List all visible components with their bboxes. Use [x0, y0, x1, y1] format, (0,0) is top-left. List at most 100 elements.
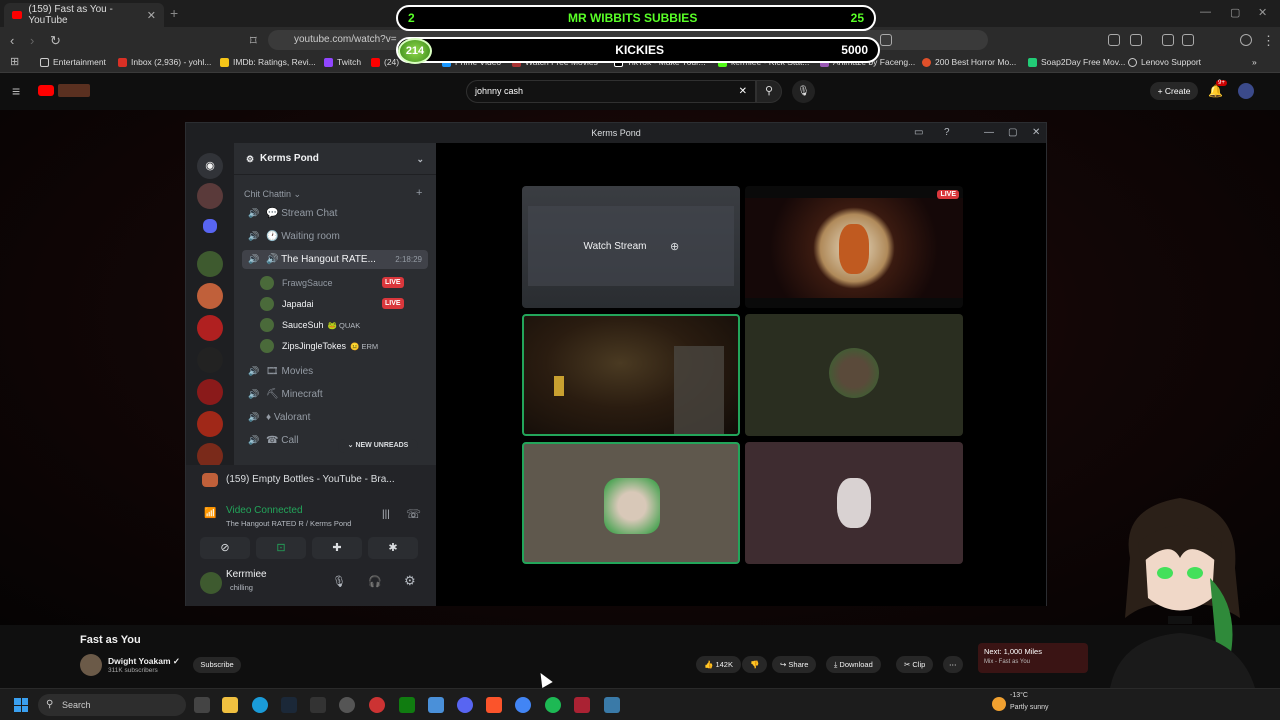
download-button[interactable]: ⤓ Download [826, 656, 881, 673]
server-icon[interactable] [197, 251, 223, 277]
app-icon[interactable] [574, 697, 590, 713]
stream-tile-preview[interactable]: Watch Stream ⊕ [522, 186, 740, 308]
subscribe-button[interactable]: Subscribe [193, 657, 241, 673]
steam-icon[interactable] [281, 697, 297, 713]
minimize-icon[interactable]: — [984, 123, 994, 143]
file-explorer-icon[interactable] [222, 697, 238, 713]
channel-avatar[interactable] [80, 654, 102, 676]
folder-icon[interactable] [203, 219, 217, 233]
maximize-icon[interactable]: ▢ [1230, 6, 1240, 19]
epic-games-icon[interactable] [310, 697, 326, 713]
brave-icon[interactable] [486, 697, 502, 713]
spotify-icon[interactable] [545, 697, 561, 713]
youtube-logo[interactable] [38, 85, 54, 96]
voice-user[interactable]: FrawgSauce LIVE [260, 273, 428, 293]
voice-tile[interactable] [745, 442, 963, 564]
weather-icon[interactable] [992, 697, 1006, 711]
task-view-icon[interactable] [194, 697, 210, 713]
connection-signal-icon[interactable]: 📶 [204, 508, 216, 519]
xbox-icon[interactable] [399, 697, 415, 713]
up-next-card[interactable]: Next: 1,000 Miles Mix - Fast as You [978, 643, 1088, 673]
dislike-button[interactable]: 👎 [742, 656, 768, 673]
channel-item-movies[interactable]: 🔊 🎞 Movies [242, 362, 428, 381]
menu-icon[interactable]: ⋮ [1262, 33, 1275, 49]
calculator-icon[interactable] [428, 697, 444, 713]
disconnect-icon[interactable]: ☏ [406, 507, 421, 521]
profile-icon[interactable] [1240, 34, 1252, 46]
discord-home-icon[interactable]: ◉ [197, 153, 223, 179]
discord-icon[interactable] [457, 697, 473, 713]
start-button[interactable] [14, 698, 28, 712]
close-window-icon[interactable]: ✕ [1258, 6, 1267, 19]
bookmark-item[interactable]: IMDb: Ratings, Revi... [220, 57, 316, 67]
soundboard-button[interactable]: ✱ [368, 537, 418, 559]
popout-icon[interactable]: ⊕ [670, 240, 679, 253]
edge-icon[interactable] [252, 697, 268, 713]
channel-category[interactable]: Chit Chattin ⌄ [244, 189, 301, 200]
bookmark-item[interactable]: Inbox (2,936) - yohl... [118, 57, 211, 67]
more-actions-button[interactable]: ⋯ [943, 656, 963, 673]
app-icon[interactable] [339, 697, 355, 713]
camera-toggle-button[interactable]: ⊘ [200, 537, 250, 559]
browser-tab[interactable]: (159) Fast as You - YouTube ✕ [4, 3, 164, 27]
voice-tile[interactable] [522, 442, 740, 564]
watch-stream-button[interactable]: Watch Stream [570, 236, 660, 258]
hamburger-icon[interactable]: ≡ [12, 83, 20, 99]
settings-icon[interactable]: ⚙ [404, 573, 416, 589]
youtube-logo-doodle[interactable] [58, 84, 90, 97]
screen-share-button[interactable]: ⊡ [256, 537, 306, 559]
stream-tile-live[interactable]: LIVE [745, 186, 963, 308]
voice-user[interactable]: ZipsJingleTokes 😐 ERM [260, 336, 428, 356]
reload-icon[interactable]: ↻ [50, 33, 61, 49]
taskbar-search[interactable]: ⚲ Search [38, 694, 186, 716]
create-button[interactable]: + Create [1150, 82, 1198, 100]
more-bookmarks-icon[interactable]: » [1252, 57, 1257, 67]
channel-item-stream-chat[interactable]: 🔊 💬 Stream Chat [242, 204, 428, 223]
clear-search-icon[interactable]: ✕ [739, 81, 747, 102]
channel-item-minecraft[interactable]: 🔊 ⛏ Minecraft [242, 385, 428, 404]
avatar[interactable] [200, 572, 222, 594]
server-icon[interactable] [197, 379, 223, 405]
bookmark-icon[interactable]: ⌑ [250, 33, 257, 49]
bookmark-item[interactable]: (24) [371, 57, 399, 67]
youtube-search-input[interactable]: johnny cash ✕ [466, 80, 756, 103]
minimize-icon[interactable]: — [1200, 6, 1211, 18]
voice-tile[interactable] [745, 314, 963, 436]
server-icon[interactable] [197, 315, 223, 341]
server-icon[interactable] [197, 347, 223, 373]
notifications-icon[interactable]: 🔔 [1208, 84, 1223, 98]
server-icon[interactable] [197, 283, 223, 309]
channel-item-waiting-room[interactable]: 🔊 🕐 Waiting room [242, 227, 428, 246]
extension-icon[interactable] [1162, 34, 1174, 46]
bookmark-item[interactable]: Entertainment [40, 57, 106, 67]
extension-icon[interactable] [880, 34, 892, 46]
microphone-icon[interactable]: 🎙 [332, 575, 346, 588]
channel-item-hangout[interactable]: 🔊 🔊 The Hangout RATE... 2:18:29 [242, 250, 428, 269]
new-unreads-pill[interactable]: ⌄ NEW UNREADS [338, 439, 418, 453]
like-button[interactable]: 👍 142K [696, 656, 741, 673]
apps-icon[interactable]: ⊞ [10, 55, 19, 68]
microphone-icon[interactable]: 🎙 [792, 80, 815, 103]
voice-user[interactable]: SauceSuh 🐸 QUAK [260, 315, 428, 335]
connected-channel[interactable]: The Hangout RATED R / Kerms Pond [226, 519, 351, 528]
noise-suppression-icon[interactable]: ||| [382, 509, 390, 520]
extension-icon[interactable] [1108, 34, 1120, 46]
bookmark-item[interactable]: Lenovo Support [1128, 57, 1201, 67]
help-icon[interactable]: ? [944, 123, 950, 143]
clip-button[interactable]: ✂ Clip [896, 656, 934, 673]
channel-item-valorant[interactable]: 🔊 ♦ Valorant [242, 408, 428, 427]
server-icon[interactable] [197, 183, 223, 209]
chrome-icon[interactable] [515, 697, 531, 713]
headphones-icon[interactable]: 🎧 [368, 575, 382, 588]
search-icon[interactable]: ⚲ [756, 80, 782, 103]
activity-now-playing[interactable]: (159) Empty Bottles - YouTube - Bra... [196, 469, 426, 491]
back-icon[interactable]: ‹ [10, 33, 14, 48]
channel-name[interactable]: Dwight Yoakam ✓ [108, 656, 180, 667]
server-header[interactable]: ⚙ Kerms Pond ⌄ [234, 143, 436, 175]
close-icon[interactable]: ✕ [1032, 123, 1040, 143]
maximize-icon[interactable]: ▢ [1008, 123, 1017, 143]
camera-tile[interactable] [522, 314, 740, 436]
bookmark-item[interactable]: Twitch [324, 57, 361, 67]
extension-icon[interactable] [1130, 34, 1142, 46]
obs-icon[interactable] [369, 697, 385, 713]
